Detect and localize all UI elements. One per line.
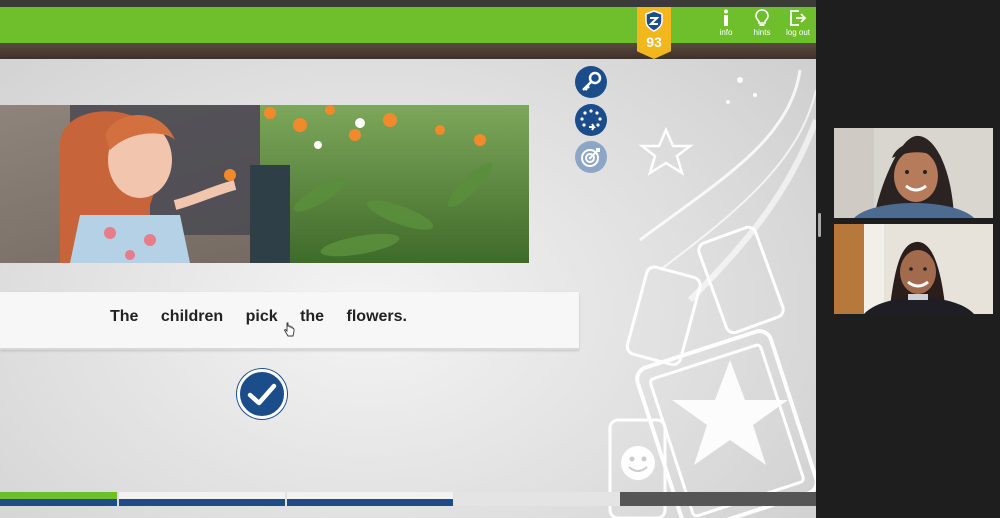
- progress-segment: [287, 492, 453, 506]
- progress-segment: [455, 492, 620, 506]
- participant-video-1: [834, 128, 993, 218]
- hand-cursor-icon: [284, 322, 295, 337]
- hints-label: hints: [753, 28, 771, 37]
- decorative-background-art: [608, 69, 816, 518]
- info-icon: [724, 9, 728, 26]
- log-out-icon: [790, 10, 807, 26]
- reading-app-window: 93 info hints log out The children pick …: [0, 0, 816, 518]
- panel-resize-handle[interactable]: [818, 213, 821, 237]
- sentence-text: The children pick the flowers.: [110, 308, 425, 326]
- story-photo: [0, 105, 529, 263]
- hints-button[interactable]: hints: [742, 7, 782, 41]
- app-header: [0, 7, 816, 43]
- participant-video-2: [834, 224, 993, 314]
- word-the[interactable]: The: [110, 308, 138, 325]
- score-badge: 93: [637, 7, 671, 59]
- checkmark-icon: [247, 383, 277, 406]
- progress-segment: [620, 492, 816, 506]
- shield-icon: [645, 10, 663, 32]
- children-picking-flowers-image: [0, 105, 529, 263]
- participant-woman-image: [834, 224, 993, 314]
- key-button[interactable]: [575, 66, 607, 98]
- progress-bar: [0, 492, 816, 506]
- participant-girl-image: [834, 128, 993, 218]
- replay-button[interactable]: [575, 104, 607, 136]
- sentence-panel: The children pick the flowers.: [0, 292, 579, 350]
- word-pick[interactable]: pick: [246, 308, 278, 325]
- target-button[interactable]: [575, 141, 607, 173]
- word-the-2[interactable]: the: [300, 308, 324, 325]
- score-number: 93: [646, 34, 662, 50]
- info-label: info: [719, 28, 733, 37]
- word-children[interactable]: children: [161, 308, 223, 325]
- log-out-button[interactable]: log out: [778, 7, 816, 41]
- submit-check-button[interactable]: [237, 369, 287, 419]
- info-button[interactable]: info: [706, 7, 746, 41]
- window-top-strip: [0, 0, 816, 7]
- key-icon: [582, 71, 602, 91]
- target-icon: [581, 148, 600, 167]
- header-shadow-bar: [0, 43, 816, 59]
- rotate-dots-icon: [580, 109, 602, 131]
- progress-segment: [119, 492, 285, 506]
- progress-segment: [0, 492, 117, 506]
- word-flowers[interactable]: flowers.: [347, 308, 407, 325]
- log-out-label: log out: [785, 28, 811, 37]
- lightbulb-icon: [755, 9, 769, 26]
